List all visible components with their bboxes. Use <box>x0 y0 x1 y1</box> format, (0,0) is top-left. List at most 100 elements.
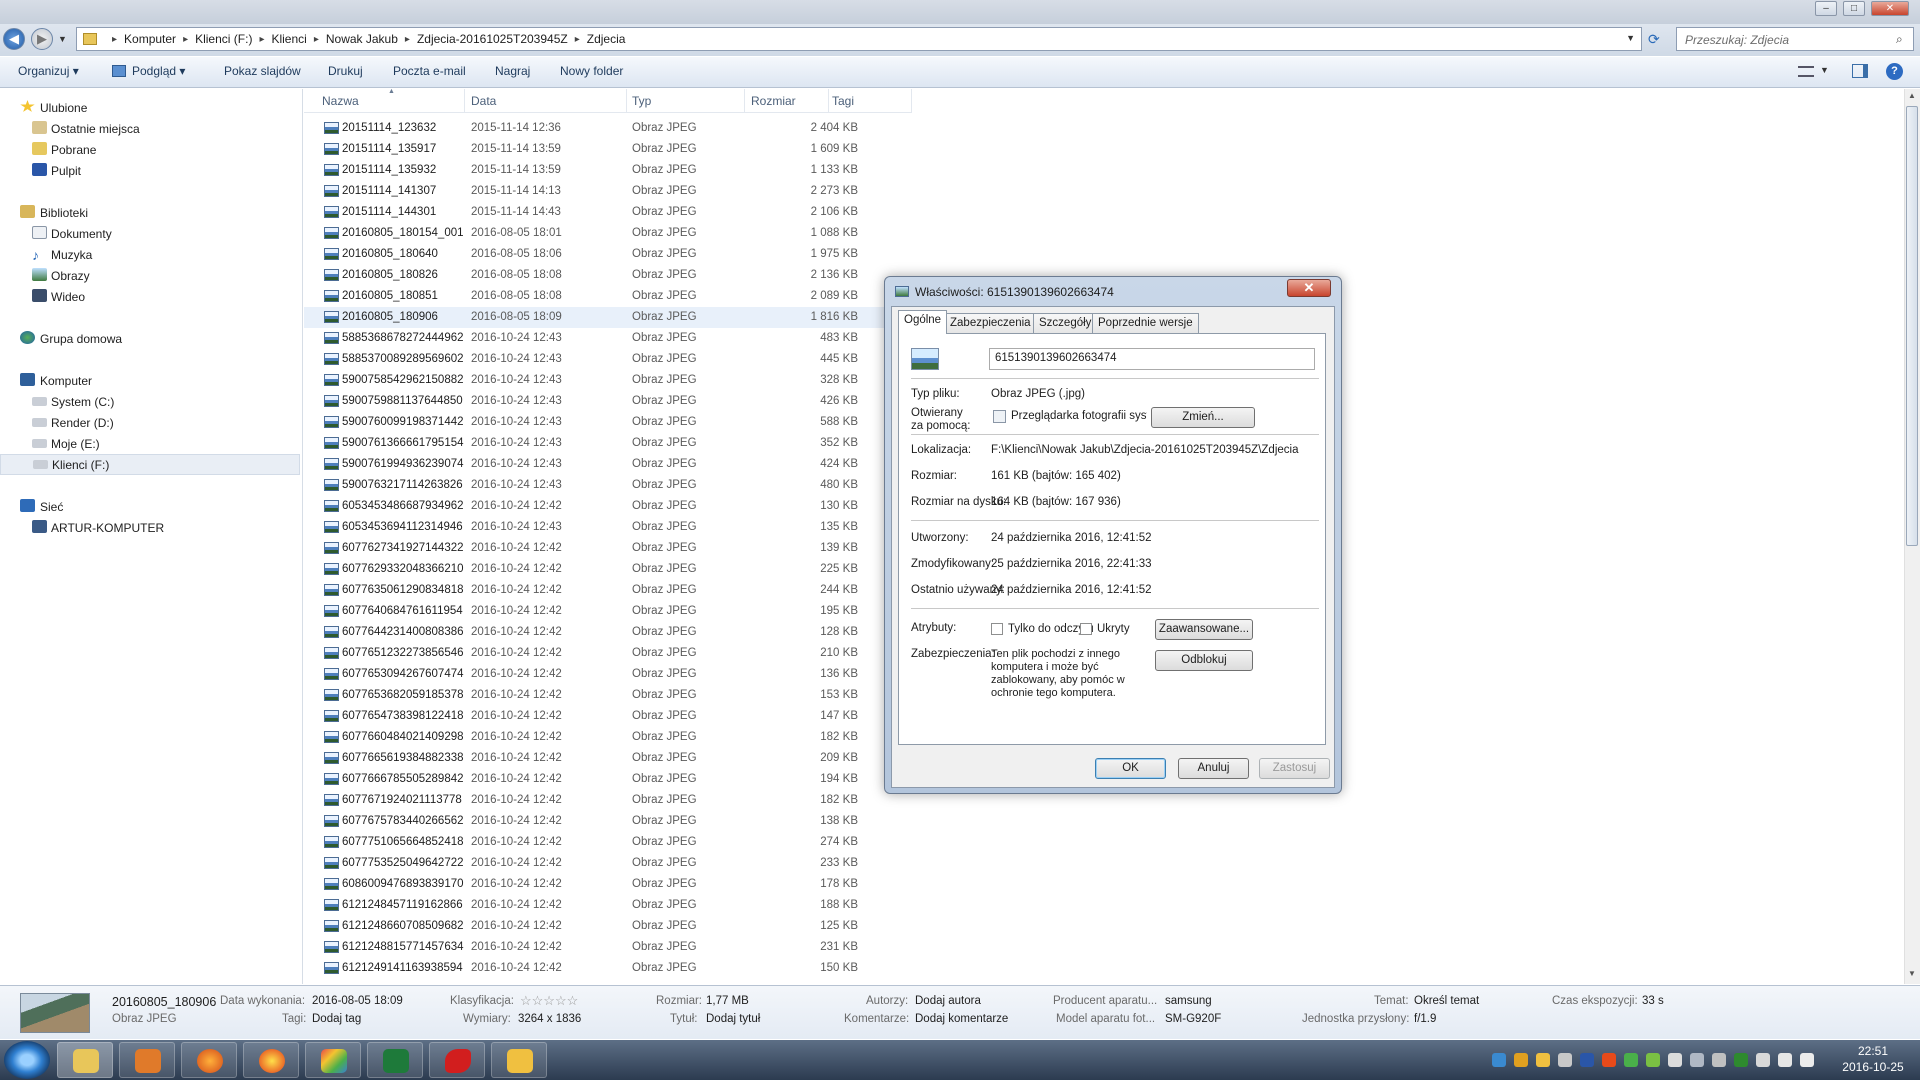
file-row[interactable]: 6077644231400808386 2016-10-24 12:42 Obr… <box>304 622 914 643</box>
breadcrumb-separator[interactable]: ▸ <box>314 34 319 45</box>
authors-value[interactable]: Dodaj autora <box>915 995 981 1007</box>
forward-icon[interactable]: ▶ <box>31 28 53 50</box>
rating-stars-icon[interactable]: ☆☆☆☆☆ <box>520 993 578 1009</box>
tray-icon[interactable] <box>1558 1053 1572 1067</box>
nav-network[interactable]: Sieć <box>0 498 300 516</box>
file-row[interactable]: 20151114_135917 2015-11-14 13:59 Obraz J… <box>304 139 914 160</box>
file-row[interactable]: 6077675783440266562 2016-10-24 12:42 Obr… <box>304 811 914 832</box>
column-name[interactable]: Nazwa <box>322 94 359 108</box>
nav-drive-c[interactable]: System (C:) <box>0 393 300 411</box>
file-row[interactable]: 5900759881137644850 2016-10-24 12:43 Obr… <box>304 391 914 412</box>
column-divider[interactable] <box>744 89 745 113</box>
column-size[interactable]: Rozmiar <box>751 94 796 108</box>
nav-music[interactable]: ♪ Muzyka <box>0 246 300 264</box>
system-clock[interactable]: 22:51 2016-10-25 <box>1830 1043 1916 1075</box>
breadcrumb-current[interactable]: Zdjecia <box>587 32 626 46</box>
file-row[interactable]: 20151114_141307 2015-11-14 14:13 Obraz J… <box>304 181 914 202</box>
file-row[interactable]: 6077666785505289842 2016-10-24 12:42 Obr… <box>304 769 914 790</box>
nav-homegroup[interactable]: Grupa domowa <box>0 330 300 348</box>
file-row[interactable]: 6077640684761611954 2016-10-24 12:42 Obr… <box>304 601 914 622</box>
hidden-checkbox[interactable] <box>1080 623 1092 635</box>
burn-button[interactable]: Nagraj <box>495 64 530 78</box>
change-button[interactable]: Zmień... <box>1151 407 1255 428</box>
taskbar-colorful-app[interactable] <box>305 1042 361 1078</box>
nav-drive-d[interactable]: Render (D:) <box>0 414 300 432</box>
advanced-button[interactable]: Zaawansowane... <box>1155 619 1253 640</box>
file-row[interactable]: 5900760099198371442 2016-10-24 12:43 Obr… <box>304 412 914 433</box>
back-icon[interactable]: ◀ <box>3 28 25 50</box>
nvidia-icon[interactable] <box>1734 1053 1748 1067</box>
file-row[interactable]: 6121249141163938594 2016-10-24 12:42 Obr… <box>304 958 914 979</box>
file-row[interactable]: 6077671924021113778 2016-10-24 12:42 Obr… <box>304 790 914 811</box>
file-row[interactable]: 5900761994936239074 2016-10-24 12:43 Obr… <box>304 454 914 475</box>
file-row[interactable]: 6121248660708509682 2016-10-24 12:42 Obr… <box>304 916 914 937</box>
column-date[interactable]: Data <box>471 94 496 108</box>
breadcrumb-separator[interactable]: ▸ <box>575 34 580 45</box>
file-row[interactable]: 20151114_123632 2015-11-14 12:36 Obraz J… <box>304 118 914 139</box>
taskbar-mail-app[interactable] <box>491 1042 547 1078</box>
filename-input[interactable]: 6151390139602663474 <box>989 348 1315 370</box>
column-divider[interactable] <box>828 89 829 113</box>
file-row[interactable]: 20160805_180640 2016-08-05 18:06 Obraz J… <box>304 244 914 265</box>
tray-icon[interactable] <box>1624 1053 1638 1067</box>
close-window-button[interactable]: ✕ <box>1871 1 1909 16</box>
new-folder-button[interactable]: Nowy folder <box>560 64 623 78</box>
unblock-button[interactable]: Odblokuj <box>1155 650 1253 671</box>
file-row[interactable]: 20160805_180826 2016-08-05 18:08 Obraz J… <box>304 265 914 286</box>
breadcrumb-client[interactable]: Nowak Jakub <box>326 32 398 46</box>
file-row[interactable]: 6086009476893839170 2016-10-24 12:42 Obr… <box>304 874 914 895</box>
file-row[interactable]: 6053453694112314946 2016-10-24 12:43 Obr… <box>304 517 914 538</box>
taskbar-explorer[interactable] <box>57 1042 113 1078</box>
nav-desktop[interactable]: Pulpit <box>0 162 300 180</box>
start-button-icon[interactable] <box>4 1041 50 1079</box>
hidden-label[interactable]: Ukryty <box>1097 623 1130 635</box>
breadcrumb-separator[interactable]: ▸ <box>183 34 188 45</box>
action-center-icon[interactable] <box>1668 1053 1682 1067</box>
title-value[interactable]: Dodaj tytuł <box>706 1013 760 1025</box>
file-row[interactable]: 5885370089289569602 2016-10-24 12:43 Obr… <box>304 349 914 370</box>
cancel-button[interactable]: Anuluj <box>1178 758 1249 779</box>
preview-pane-icon[interactable] <box>1852 64 1868 78</box>
preview-button[interactable]: Podgląd ▾ <box>132 64 185 78</box>
file-row[interactable]: 5900761366661795154 2016-10-24 12:43 Obr… <box>304 433 914 454</box>
column-type[interactable]: Typ <box>632 94 651 108</box>
file-row[interactable]: 5900758542962150882 2016-10-24 12:43 Obr… <box>304 370 914 391</box>
tray-icon[interactable] <box>1756 1053 1770 1067</box>
address-dropdown-icon[interactable]: ▼ <box>1626 33 1635 43</box>
breadcrumb-separator[interactable]: ▸ <box>259 34 264 45</box>
file-row[interactable]: 20151114_135932 2015-11-14 13:59 Obraz J… <box>304 160 914 181</box>
address-bar[interactable]: ▸ Komputer ▸ Klienci (F:) ▸ Klienci ▸ No… <box>76 27 1642 51</box>
taskbar-firefox[interactable] <box>181 1042 237 1078</box>
nav-drive-f[interactable]: Klienci (F:) <box>0 454 300 475</box>
file-row[interactable]: 6077665619384882338 2016-10-24 12:42 Obr… <box>304 748 914 769</box>
help-icon[interactable]: ? <box>1886 63 1903 80</box>
breadcrumb-klienci[interactable]: Klienci <box>271 32 306 46</box>
file-row[interactable]: 5900763217114263826 2016-10-24 12:43 Obr… <box>304 475 914 496</box>
file-row[interactable]: 6077627341927144322 2016-10-24 12:42 Obr… <box>304 538 914 559</box>
file-row[interactable]: 20160805_180851 2016-08-05 18:08 Obraz J… <box>304 286 914 307</box>
minimize-button[interactable]: – <box>1815 1 1837 16</box>
tray-icon[interactable] <box>1690 1053 1704 1067</box>
taskbar-excel[interactable] <box>367 1042 423 1078</box>
column-divider[interactable] <box>626 89 627 113</box>
nav-pc[interactable]: ARTUR-KOMPUTER <box>0 519 300 537</box>
file-row[interactable]: 6077653094267607474 2016-10-24 12:42 Obr… <box>304 664 914 685</box>
nav-recent[interactable]: Ostatnie miejsca <box>0 120 300 138</box>
tab-general[interactable]: Ogólne <box>898 310 948 334</box>
breadcrumb-separator[interactable]: ▸ <box>405 34 410 45</box>
nav-pictures[interactable]: Obrazy <box>0 267 300 285</box>
file-row[interactable]: 6053453486687934962 2016-10-24 12:42 Obr… <box>304 496 914 517</box>
tray-icon[interactable] <box>1712 1053 1726 1067</box>
breadcrumb-drive[interactable]: Klienci (F:) <box>195 32 252 46</box>
tags-value[interactable]: Dodaj tag <box>312 1013 361 1025</box>
taskbar-media-player[interactable] <box>119 1042 175 1078</box>
file-row[interactable]: 5885368678272444962 2016-10-24 12:43 Obr… <box>304 328 914 349</box>
taskbar-sun-app[interactable] <box>243 1042 299 1078</box>
refresh-icon[interactable]: ⟳ <box>1648 31 1660 48</box>
nav-computer[interactable]: Komputer <box>0 372 300 390</box>
search-input[interactable]: Przeszukaj: Zdjecia <box>1676 27 1914 51</box>
tray-icon[interactable] <box>1646 1053 1660 1067</box>
email-button[interactable]: Poczta e-mail <box>393 64 466 78</box>
breadcrumb-komputer[interactable]: Komputer <box>124 32 176 46</box>
tray-icon[interactable] <box>1602 1053 1616 1067</box>
